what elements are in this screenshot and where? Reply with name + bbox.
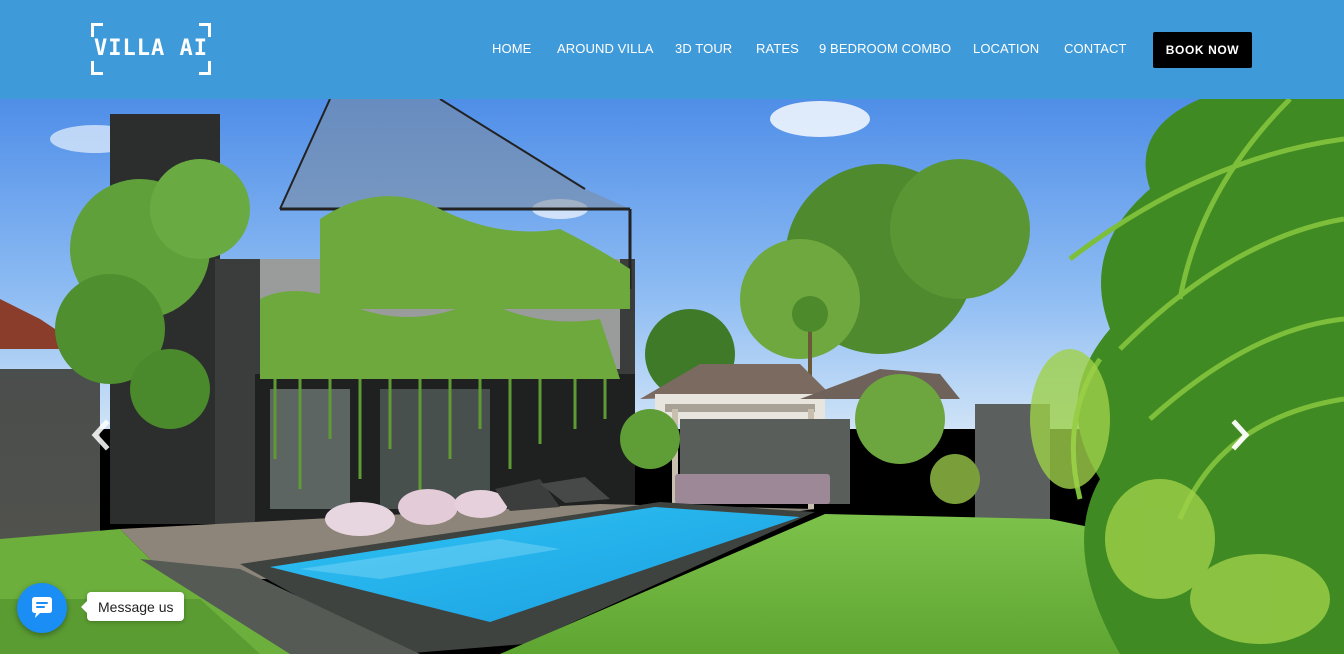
nav-item-contact[interactable]: CONTACT bbox=[1064, 41, 1127, 56]
slider-prev-button[interactable] bbox=[88, 417, 112, 453]
chevron-right-icon bbox=[1231, 419, 1250, 451]
messenger-icon bbox=[32, 597, 52, 618]
logo-bracket bbox=[199, 61, 211, 75]
logo-bracket bbox=[199, 23, 211, 37]
logo-bracket bbox=[91, 61, 103, 75]
villa-pool-photo bbox=[0, 99, 1344, 654]
messenger-button[interactable] bbox=[17, 583, 67, 633]
nav-item-rates[interactable]: RATES bbox=[756, 41, 799, 56]
book-now-button[interactable]: BOOK NOW bbox=[1153, 32, 1252, 68]
chevron-left-icon bbox=[91, 419, 110, 451]
nav-item-3d-tour[interactable]: 3D TOUR bbox=[675, 41, 732, 56]
logo-bracket bbox=[91, 23, 103, 37]
logo-text: VILLA AI bbox=[94, 36, 208, 61]
site-logo[interactable]: VILLA AI bbox=[91, 23, 211, 75]
slider-next-button[interactable] bbox=[1229, 417, 1253, 453]
message-us-label[interactable]: Message us bbox=[80, 592, 185, 621]
hero-slider bbox=[0, 99, 1344, 654]
nav-item-home[interactable]: HOME bbox=[492, 41, 531, 56]
nav-item-location[interactable]: LOCATION bbox=[973, 41, 1039, 56]
nav-item-9-bedroom-combo[interactable]: 9 BEDROOM COMBO bbox=[819, 41, 951, 56]
nav-item-around-villa[interactable]: AROUND VILLA bbox=[557, 41, 654, 56]
site-header: VILLA AI HOME AROUND VILLA 3D TOUR RATES… bbox=[0, 0, 1344, 99]
